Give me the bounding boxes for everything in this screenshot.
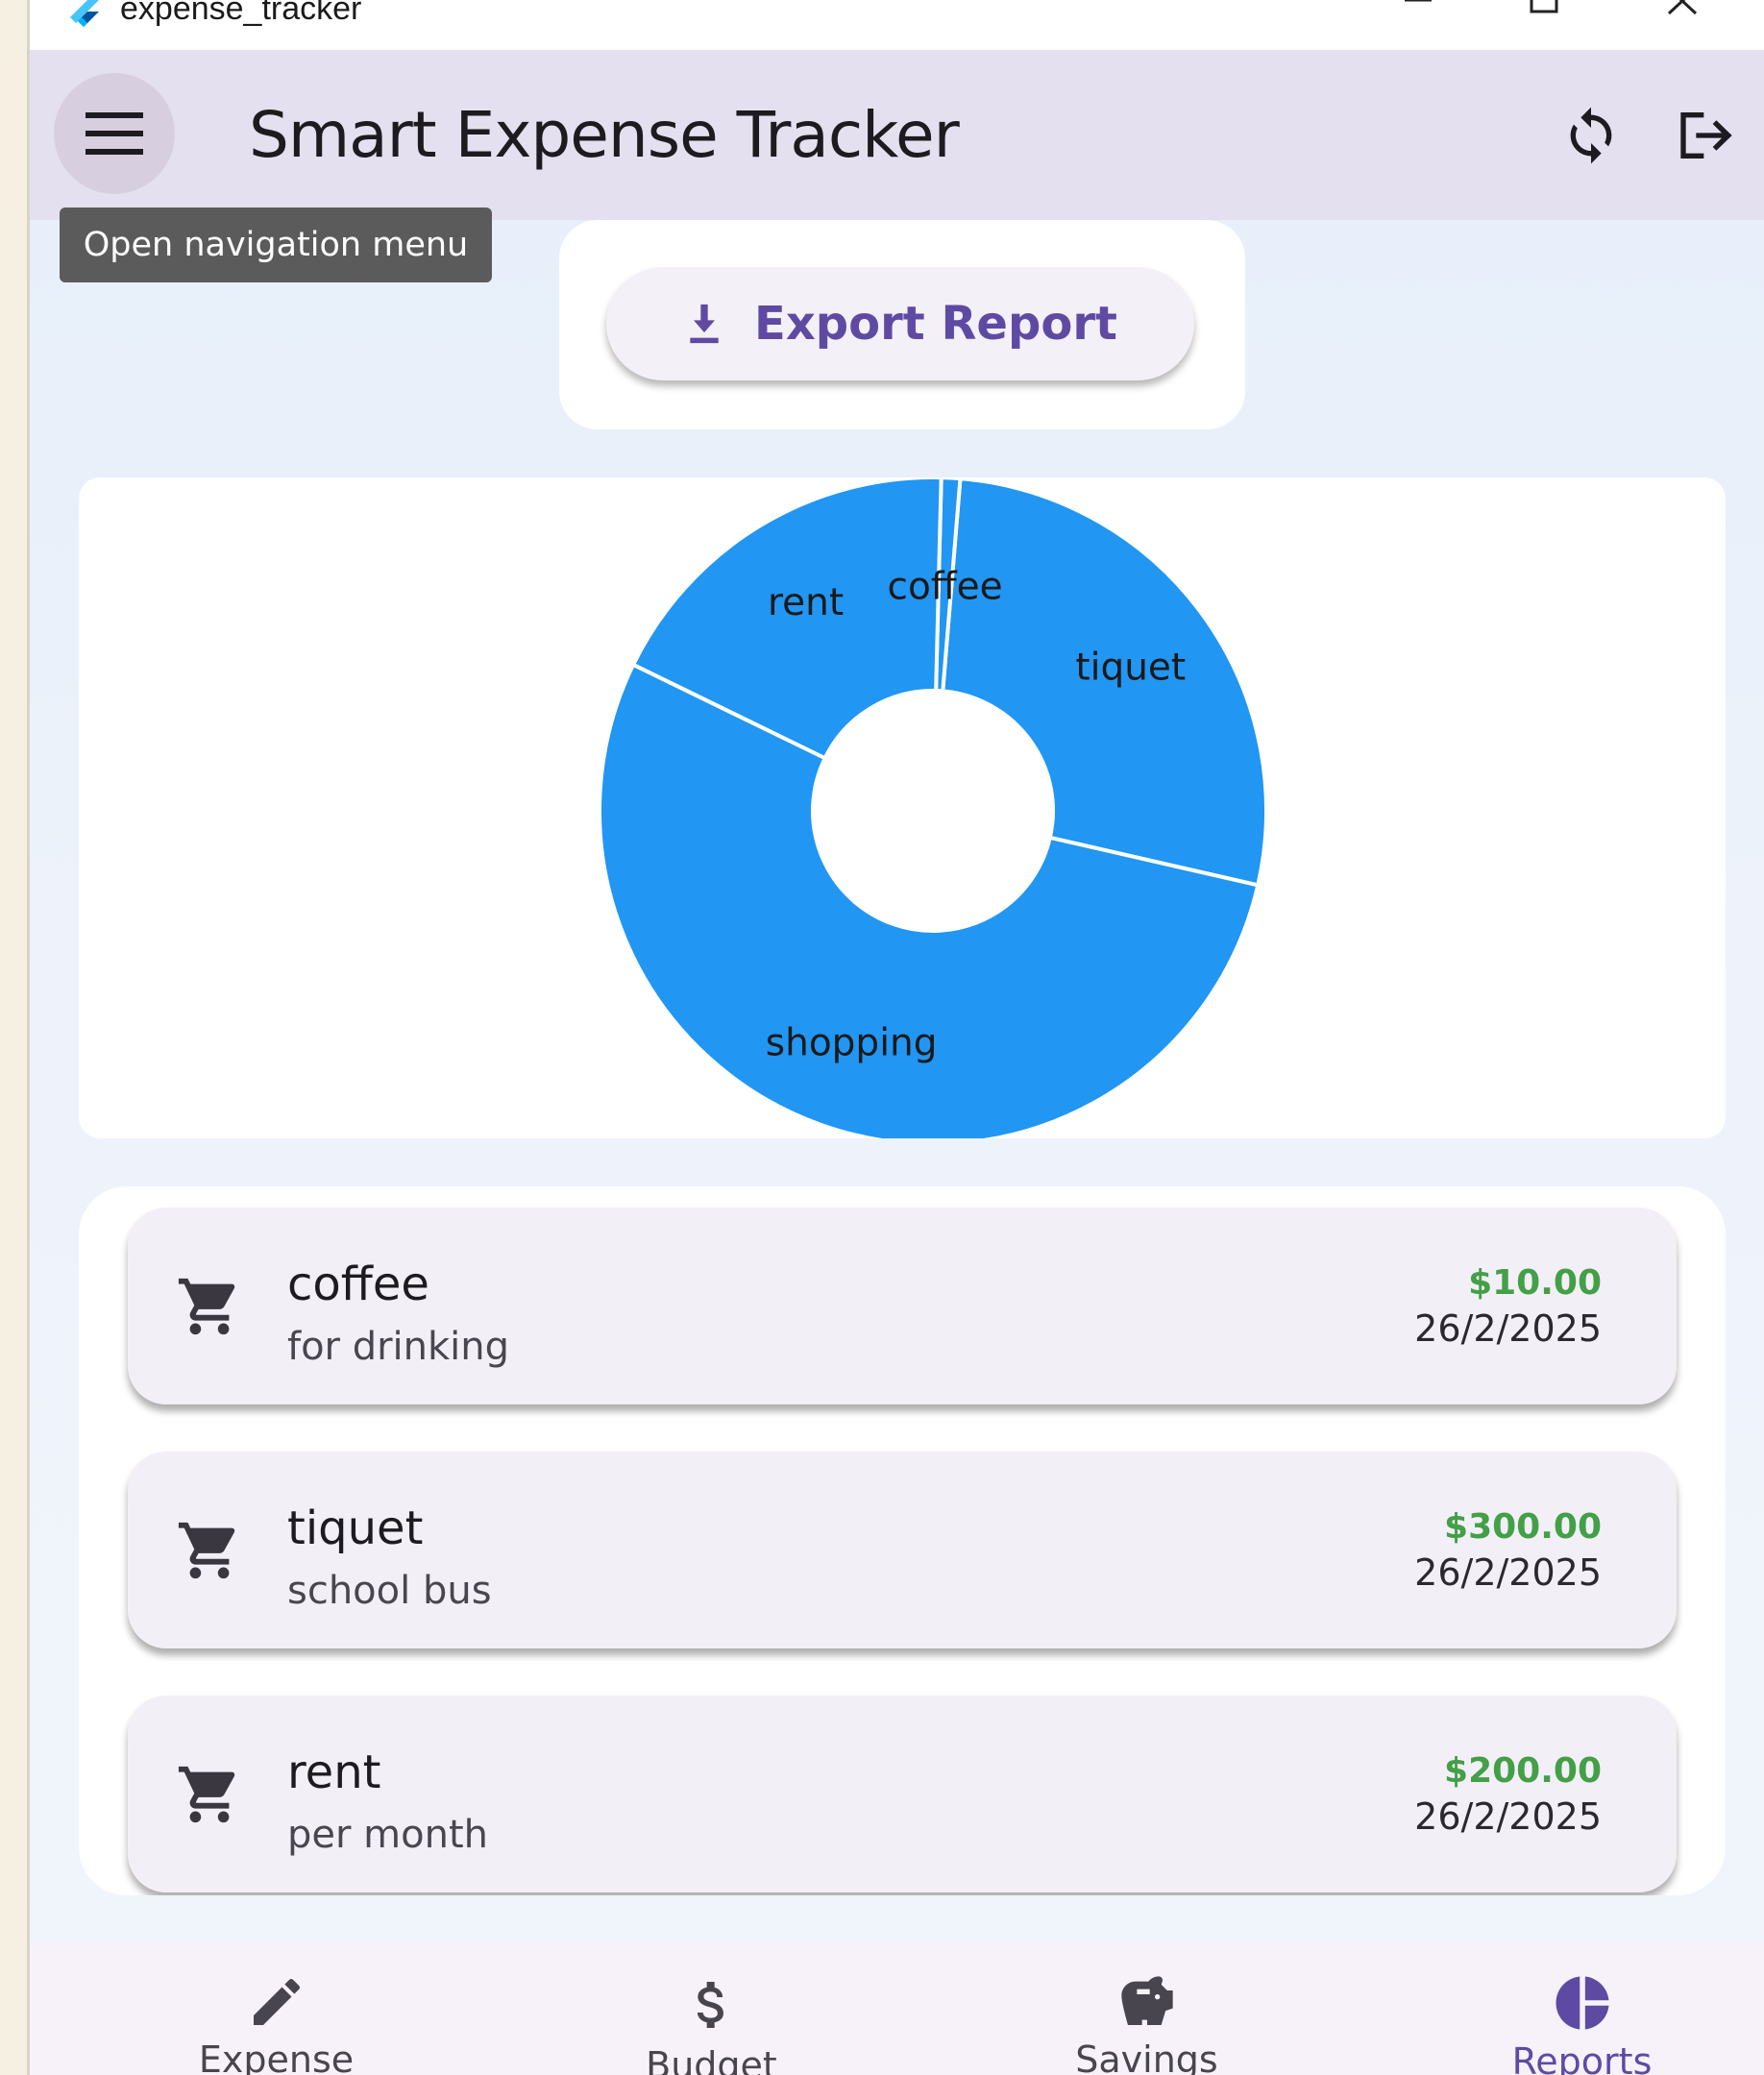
download-icon — [690, 304, 719, 344]
pie-label-rent: rent — [768, 581, 844, 624]
expense-list: coffee for drinking $10.00 26/2/2025 tiq… — [79, 1186, 1726, 1895]
hamburger-menu-icon — [86, 112, 143, 155]
shopping-cart-icon — [178, 1766, 235, 1823]
background-window-edge — [0, 0, 30, 2075]
nav-item-savings[interactable]: Savings — [930, 1942, 1363, 2075]
shopping-cart-icon — [178, 1522, 235, 1579]
nav-label: Budget — [646, 2044, 777, 2075]
flutter-logo-icon — [70, 0, 99, 27]
expense-title: tiquet — [287, 1501, 424, 1555]
sync-icon — [1570, 107, 1612, 164]
expense-date: 26/2/2025 — [1414, 1307, 1602, 1350]
nav-label: Savings — [1075, 2038, 1218, 2075]
maximize-icon[interactable] — [1524, 0, 1562, 23]
pie-chart-icon — [1549, 1971, 1616, 2035]
expense-title: coffee — [287, 1257, 429, 1311]
expense-date: 26/2/2025 — [1414, 1795, 1602, 1838]
shopping-cart-icon — [178, 1278, 235, 1335]
chart-card: tiquet coffee rent shopping — [79, 477, 1726, 1138]
expense-date: 26/2/2025 — [1414, 1551, 1602, 1594]
pie-label-shopping: shopping — [766, 1021, 938, 1064]
export-report-button[interactable]: Export Report — [606, 267, 1194, 380]
navigation-menu-tooltip: Open navigation menu — [60, 208, 492, 282]
pencil-icon — [243, 1971, 310, 2033]
nav-label: Expense — [198, 2038, 355, 2075]
navigation-menu-button[interactable] — [54, 73, 175, 194]
export-report-label: Export Report — [754, 297, 1117, 351]
pie-label-tiquet: tiquet — [1075, 646, 1186, 689]
window-title: expense_tracker — [120, 0, 362, 27]
nav-item-expense[interactable]: Expense — [60, 1942, 493, 2075]
pie-label-coffee: coffee — [888, 565, 1003, 608]
expense-description: per month — [287, 1813, 488, 1857]
expense-description: for drinking — [287, 1325, 510, 1369]
logout-button[interactable] — [1663, 92, 1750, 179]
page-title: Smart Expense Tracker — [249, 98, 960, 172]
close-window-icon[interactable] — [1663, 0, 1702, 23]
expense-amount: $300.00 — [1444, 1507, 1602, 1547]
nav-label: Reports — [1511, 2040, 1653, 2075]
nav-item-reports[interactable]: Reports — [1365, 1942, 1764, 2075]
app-bar: Smart Expense Tracker — [30, 50, 1764, 220]
expense-amount: $10.00 — [1468, 1263, 1602, 1303]
piggy-bank-icon — [1114, 1971, 1181, 2033]
expense-item[interactable]: tiquet school bus $300.00 26/2/2025 — [128, 1452, 1677, 1648]
nav-item-budget[interactable]: Budget — [495, 1942, 928, 2075]
logout-icon — [1680, 112, 1732, 159]
expense-amount: $200.00 — [1444, 1751, 1602, 1791]
bottom-navigation-bar: Expense Budget Savings Reports — [30, 1942, 1764, 2075]
expense-description: school bus — [287, 1569, 492, 1613]
minimize-icon[interactable] — [1399, 0, 1437, 23]
expense-item[interactable]: coffee for drinking $10.00 26/2/2025 — [128, 1208, 1677, 1404]
window-titlebar: expense_tracker — [30, 0, 1764, 50]
dollar-icon — [678, 1971, 746, 2038]
expense-item[interactable]: rent per month $200.00 26/2/2025 — [128, 1696, 1677, 1892]
expense-pie-chart: tiquet coffee rent shopping — [598, 477, 1268, 1138]
app-window: expense_tracker Smart Expense Tracker Op… — [30, 0, 1764, 2075]
expense-title: rent — [287, 1745, 381, 1799]
refresh-button[interactable] — [1548, 92, 1634, 179]
